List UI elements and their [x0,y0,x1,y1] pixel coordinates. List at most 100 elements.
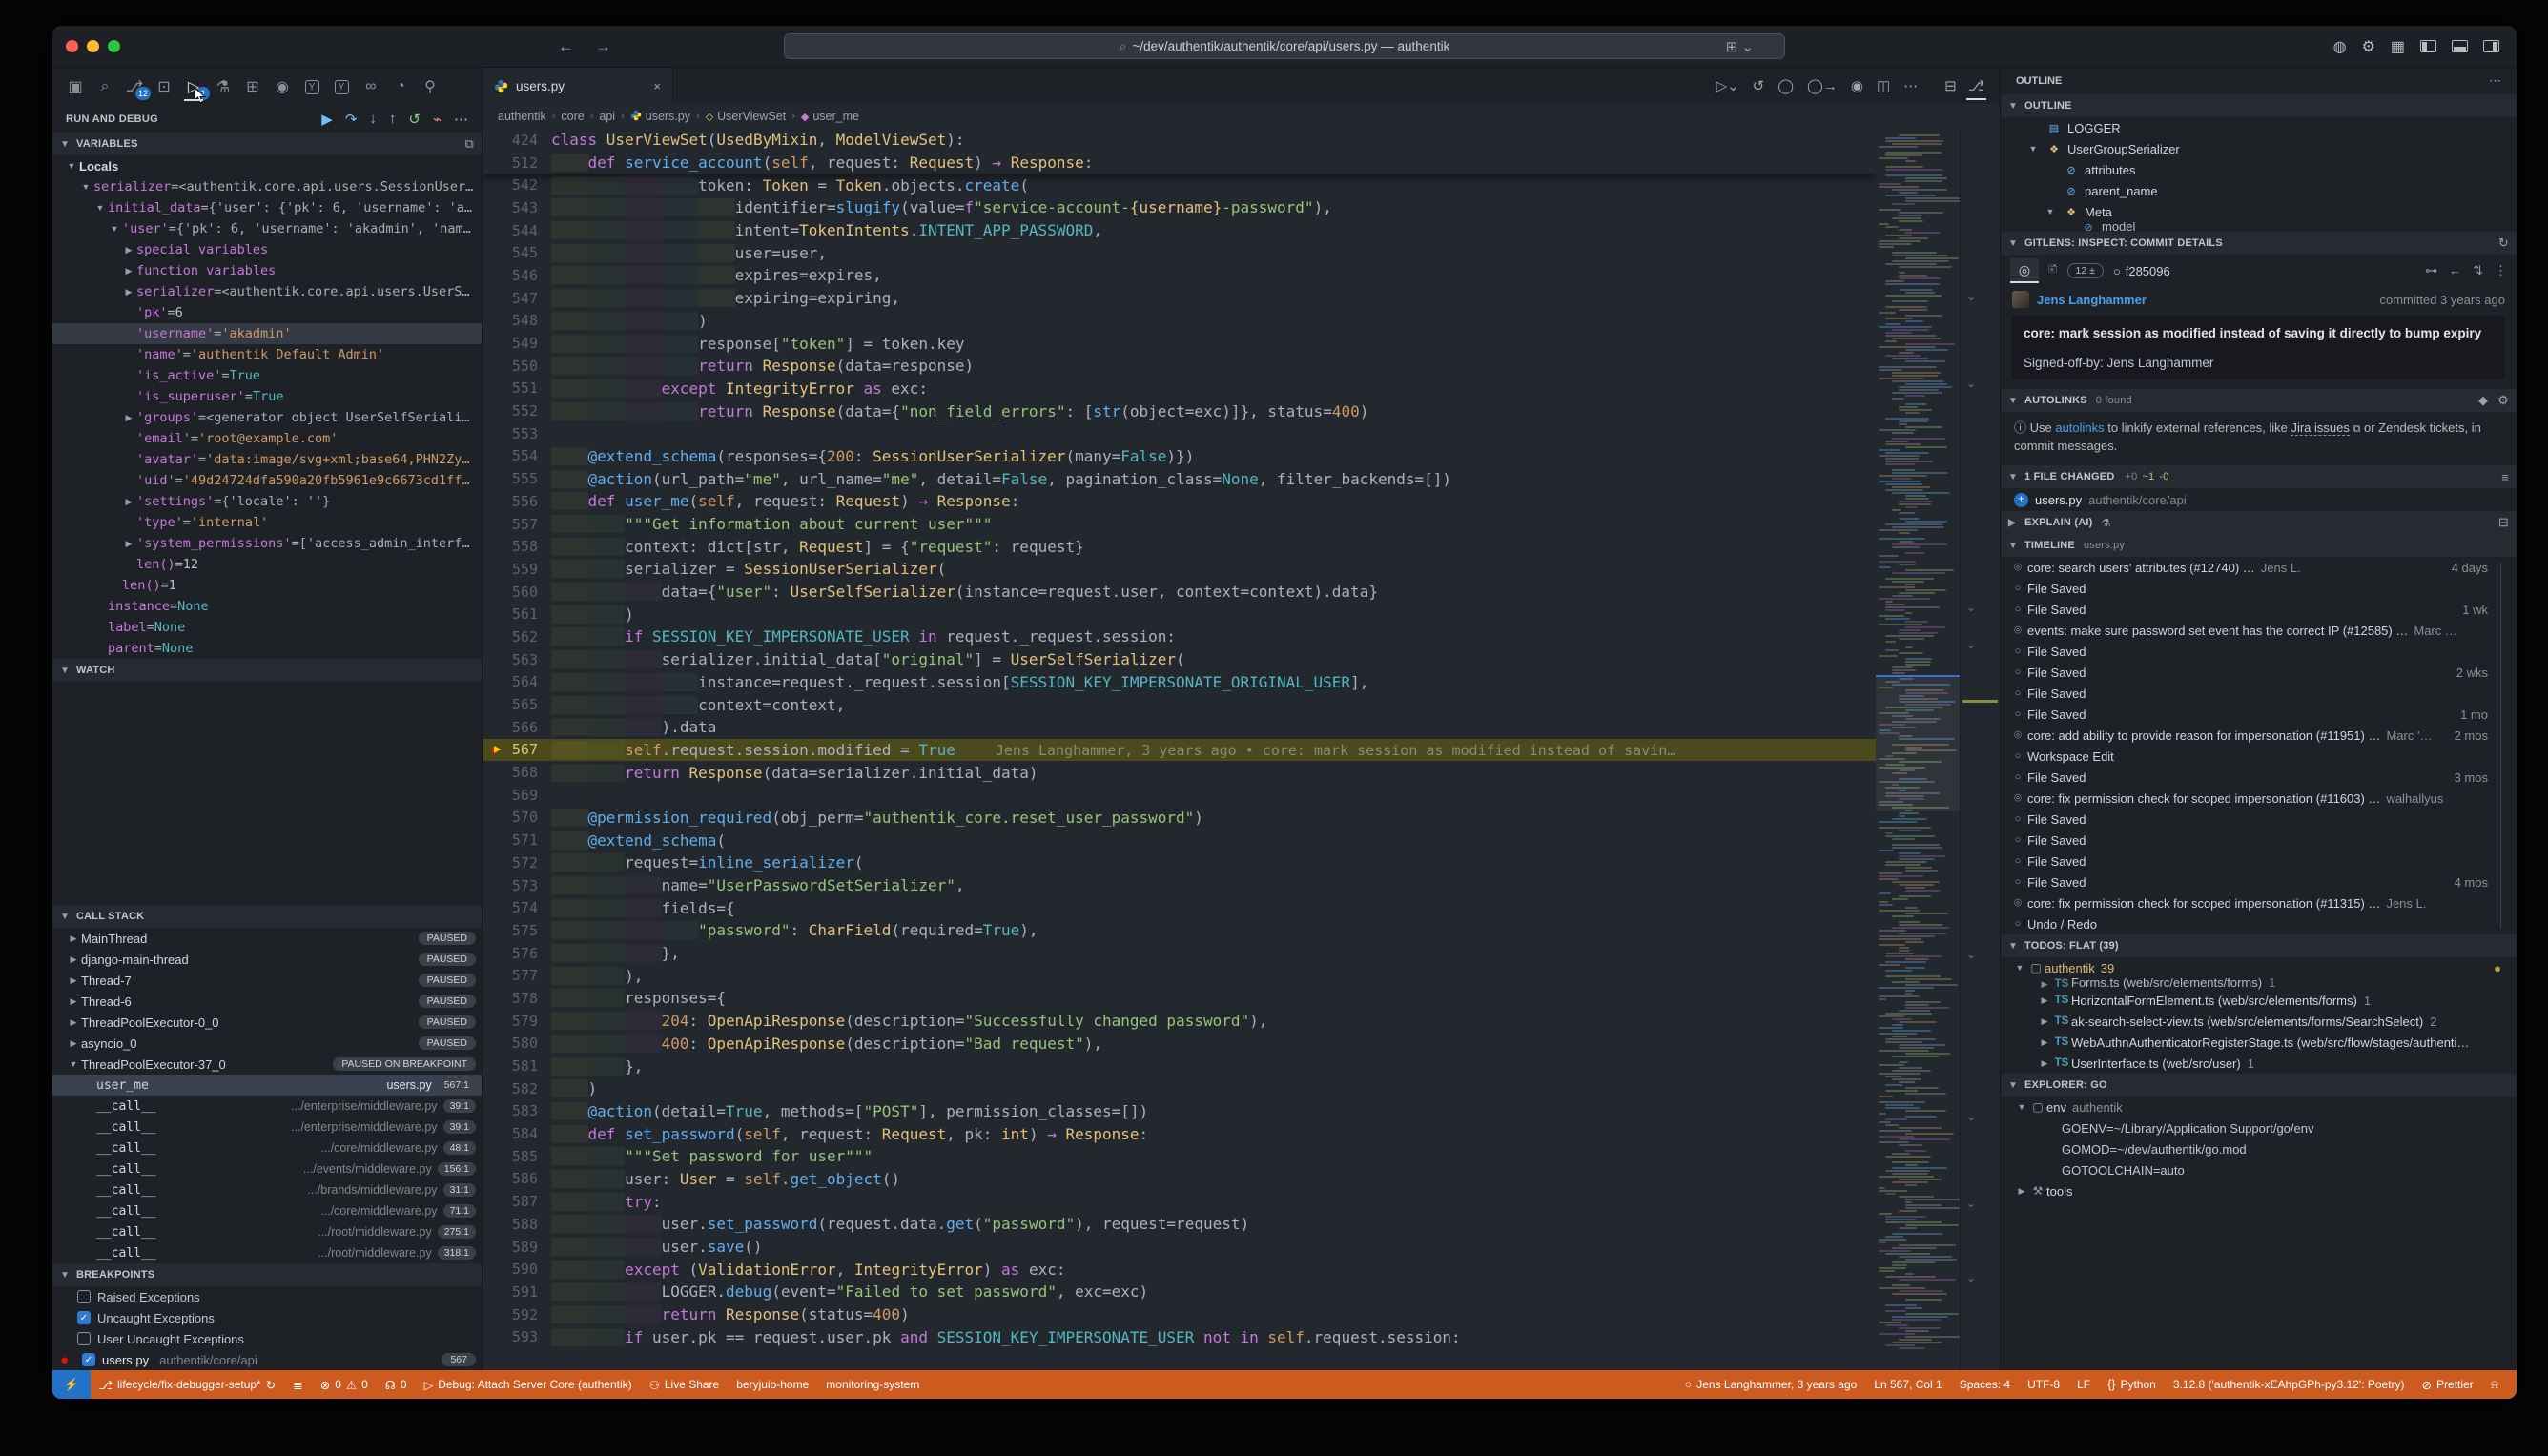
changed-file-row[interactable]: ± users.py authentik/core/api [2001,488,2517,511]
outline-item[interactable]: ⊘attributes [2001,159,2517,180]
checkbox[interactable]: ✓ [82,1353,95,1366]
variable-row[interactable]: ▶function variables [52,260,482,281]
line-gutter[interactable]: 586 [483,1170,551,1187]
variable-row[interactable]: ▼initial_data = {'user': {'pk': 6, 'user… [52,197,482,218]
todos-section-header[interactable]: ▼TODOS: FLAT (39) [2001,934,2517,957]
explain-ai-section-header[interactable]: ▶EXPLAIN (AI) ⚗ ⊟ [2001,511,2517,534]
timeline-item[interactable]: ○File Saved [2001,809,2517,830]
gitlens-section-header[interactable]: ▼GITLENS: INSPECT: COMMIT DETAILS ↻ [2001,232,2517,255]
layers-item[interactable]: ≣ [284,1370,311,1399]
line-gutter[interactable]: 568 [483,764,551,781]
cursor-position[interactable]: Ln 567, Col 1 [1865,1370,1950,1399]
commit-sha[interactable]: f285096 [2126,264,2170,278]
line-gutter[interactable]: 566 [483,719,551,736]
toggle-secondary-sidebar-icon[interactable] [2483,40,2499,52]
variable-row[interactable]: 'avatar' = 'data:image/svg+xml;base64,PH… [52,449,482,470]
callstack-frame[interactable]: user_meusers.py567:1 [52,1075,482,1096]
line-gutter[interactable]: 581 [483,1057,551,1075]
search-icon[interactable]: ⌕ [93,74,116,99]
callstack-thread[interactable]: ▼ThreadPoolExecutor-37_0PAUSED ON BREAKP… [52,1054,482,1075]
line-gutter[interactable]: 542 [483,176,551,194]
todo-item[interactable]: ▶TSForms.ts (web/src/elements/forms)1 [2001,978,2517,990]
breakpoints-section-header[interactable]: ▼ BREAKPOINTS [52,1263,482,1286]
eol[interactable]: LF [2068,1370,2099,1399]
more-actions-icon[interactable]: ⋯ [2489,73,2501,89]
line-gutter[interactable]: 575 [483,922,551,939]
commit-graph-icon[interactable]: ◎ [2010,258,2039,283]
breakpoint-item[interactable]: ●✓users.pyauthentik/core/api567 [52,1349,482,1370]
line-gutter[interactable]: 592 [483,1306,551,1323]
line-gutter[interactable]: 561 [483,605,551,623]
task-item-1[interactable]: beryjuio-home [728,1370,817,1399]
line-gutter[interactable]: 578 [483,990,551,1007]
callstack-frame[interactable]: __call__.../brands/middleware.py31:1 [52,1179,482,1200]
variables-section-header[interactable]: ▼ VARIABLES ⧉ [52,133,482,155]
breadcrumb-segment[interactable]: authentik [498,110,546,123]
callstack-frame[interactable]: __call__.../root/middleware.py318:1 [52,1242,482,1263]
files-changed-section-header[interactable]: ▼1 FILE CHANGED +0 ~1 -0 ≡ [2001,465,2517,488]
more-actions-icon[interactable]: ⋯ [454,111,468,128]
line-gutter[interactable]: 555 [483,470,551,487]
call-stack-section-header[interactable]: ▼ CALL STACK [52,905,482,928]
line-gutter[interactable]: 559 [483,561,551,578]
copy-icon[interactable]: ⧉ [465,136,474,152]
remote-explorer-icon[interactable]: ⊡ [153,74,175,99]
autolinks-link[interactable]: autolinks [2055,420,2104,435]
zoom-window-button[interactable] [108,40,120,52]
callstack-thread[interactable]: ▶ThreadPoolExecutor-0_0PAUSED [52,1012,482,1033]
copilot-icon[interactable]: ◉ [271,74,294,99]
indentation[interactable]: Spaces: 4 [1951,1370,2019,1399]
minimap[interactable] [1876,129,1960,1370]
line-gutter[interactable]: 570 [483,809,551,826]
toggle-panel-icon[interactable] [2452,40,2468,52]
task-item-2[interactable]: monitoring-system [817,1370,928,1399]
nav-back-icon[interactable]: ← [558,37,574,56]
variable-row[interactable]: 'type' = 'internal' [52,512,482,533]
python-interpreter[interactable]: 3.12.8 ('authentik-xEAhpGPh-py3.12': Poe… [2165,1370,2414,1399]
step-icon[interactable]: ◯ [1777,77,1794,94]
prettier-item[interactable]: ⊘Prettier [2414,1370,2482,1399]
outline-item[interactable]: ⊘parent_name [2001,180,2517,201]
line-gutter[interactable]: 580 [483,1035,551,1052]
variable-row[interactable]: len() = 12 [52,554,482,575]
comment-icon[interactable]: ⊟ [2498,515,2509,530]
go-env-var[interactable]: GOTOOLCHAIN=auto [2001,1159,2517,1180]
files-icon[interactable]: ▣ [64,74,87,99]
variable-row[interactable]: 'username' = 'akadmin' [52,323,482,344]
variable-row[interactable]: 'is_active' = True [52,365,482,386]
step-into-icon[interactable]: ↓ [369,111,377,128]
callstack-frame[interactable]: __call__.../root/middleware.py275:1 [52,1221,482,1242]
timeline-item[interactable]: ⌾core: search users' attributes (#12740)… [2001,557,2517,578]
line-gutter[interactable]: 554 [483,447,551,464]
outline-item[interactable]: ▼❖Meta [2001,201,2517,222]
blame-item[interactable]: ○Jens Langhammer, 3 years ago [1676,1370,1866,1399]
breadcrumb-segment[interactable]: users.py [646,110,690,123]
line-gutter[interactable]: 549 [483,335,551,352]
variable-row[interactable]: 'uid' = '49d24724dfa590a20fb5961e9c6673c… [52,470,482,491]
line-gutter[interactable]: 547 [483,290,551,307]
minimap-slider[interactable] [1876,675,1960,811]
callstack-thread[interactable]: ▶MainThreadPAUSED [52,928,482,949]
remote-indicator[interactable]: ⚡ [52,1370,91,1399]
extensions-icon[interactable]: ⊞ [241,74,264,99]
account-icon[interactable]: ◍ [2333,37,2347,56]
checkbox[interactable]: ✓ [77,1311,91,1324]
line-gutter[interactable]: ●▶567 [483,741,551,758]
line-gutter[interactable]: 546 [483,267,551,284]
toggle-primary-sidebar-icon[interactable] [2420,40,2436,52]
variable-row[interactable]: 'name' = 'authentik Default Admin' [52,344,482,365]
line-gutter[interactable]: 583 [483,1102,551,1119]
explorer-go-section-header[interactable]: ▼EXPLORER: GO [2001,1074,2517,1097]
more-actions-icon[interactable]: ⋯ [1903,77,1918,94]
outline-item[interactable]: ▤LOGGER [2001,117,2517,138]
line-gutter[interactable]: 591 [483,1283,551,1301]
timeline-section-header[interactable]: ▼TIMELINE users.py [2001,534,2517,557]
gear-icon[interactable]: ⚙ [2497,393,2509,408]
todos-group-row[interactable]: ▼ ▢ authentik 39 ● [2001,957,2517,978]
yaml-schema-icon[interactable]: Y [330,74,353,99]
refresh-icon[interactable]: ↻ [2498,236,2509,251]
variable-row[interactable]: ▶serializer = <authentik.core.api.users.… [52,281,482,302]
restart-icon[interactable]: ↺ [1753,77,1765,94]
watch-section-header[interactable]: ▼ WATCH [52,659,482,682]
callstack-frame[interactable]: __call__.../core/middleware.py71:1 [52,1200,482,1221]
